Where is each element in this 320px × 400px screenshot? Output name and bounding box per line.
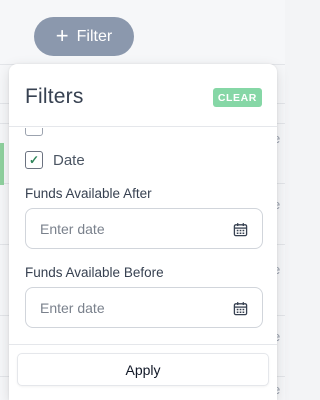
filter-button-label: Filter — [76, 27, 113, 45]
filters-panel-header: Filters CLEAR — [9, 64, 277, 127]
filters-panel-body[interactable]: ✓ Date Funds Available After Funds Avail… — [9, 128, 277, 344]
apply-button[interactable]: Apply — [17, 353, 269, 386]
funds-after-date-field[interactable] — [25, 208, 263, 249]
filters-panel-footer: Apply — [9, 344, 277, 400]
plus-icon: + — [55, 22, 69, 48]
date-checkbox[interactable]: ✓ — [25, 151, 43, 169]
funds-before-input[interactable] — [40, 288, 220, 327]
calendar-icon[interactable] — [233, 222, 248, 237]
check-icon: ✓ — [28, 153, 40, 167]
calendar-icon[interactable] — [233, 301, 248, 316]
checkbox[interactable] — [25, 128, 43, 136]
filters-panel: Filters CLEAR ✓ Date Funds Available Aft… — [9, 64, 277, 400]
date-checkbox-label: Date — [53, 151, 85, 169]
row-accent-bar — [0, 143, 4, 185]
filters-title: Filters — [25, 85, 84, 108]
filter-option-hidden[interactable] — [25, 128, 43, 136]
filter-option-date[interactable]: ✓ Date — [25, 151, 85, 169]
filter-button[interactable]: + Filter — [34, 17, 134, 56]
funds-before-date-field[interactable] — [25, 287, 263, 328]
funds-after-label: Funds Available After — [25, 186, 152, 201]
clear-button[interactable]: CLEAR — [212, 88, 262, 107]
funds-after-input[interactable] — [40, 209, 220, 248]
funds-before-label: Funds Available Before — [25, 265, 164, 280]
